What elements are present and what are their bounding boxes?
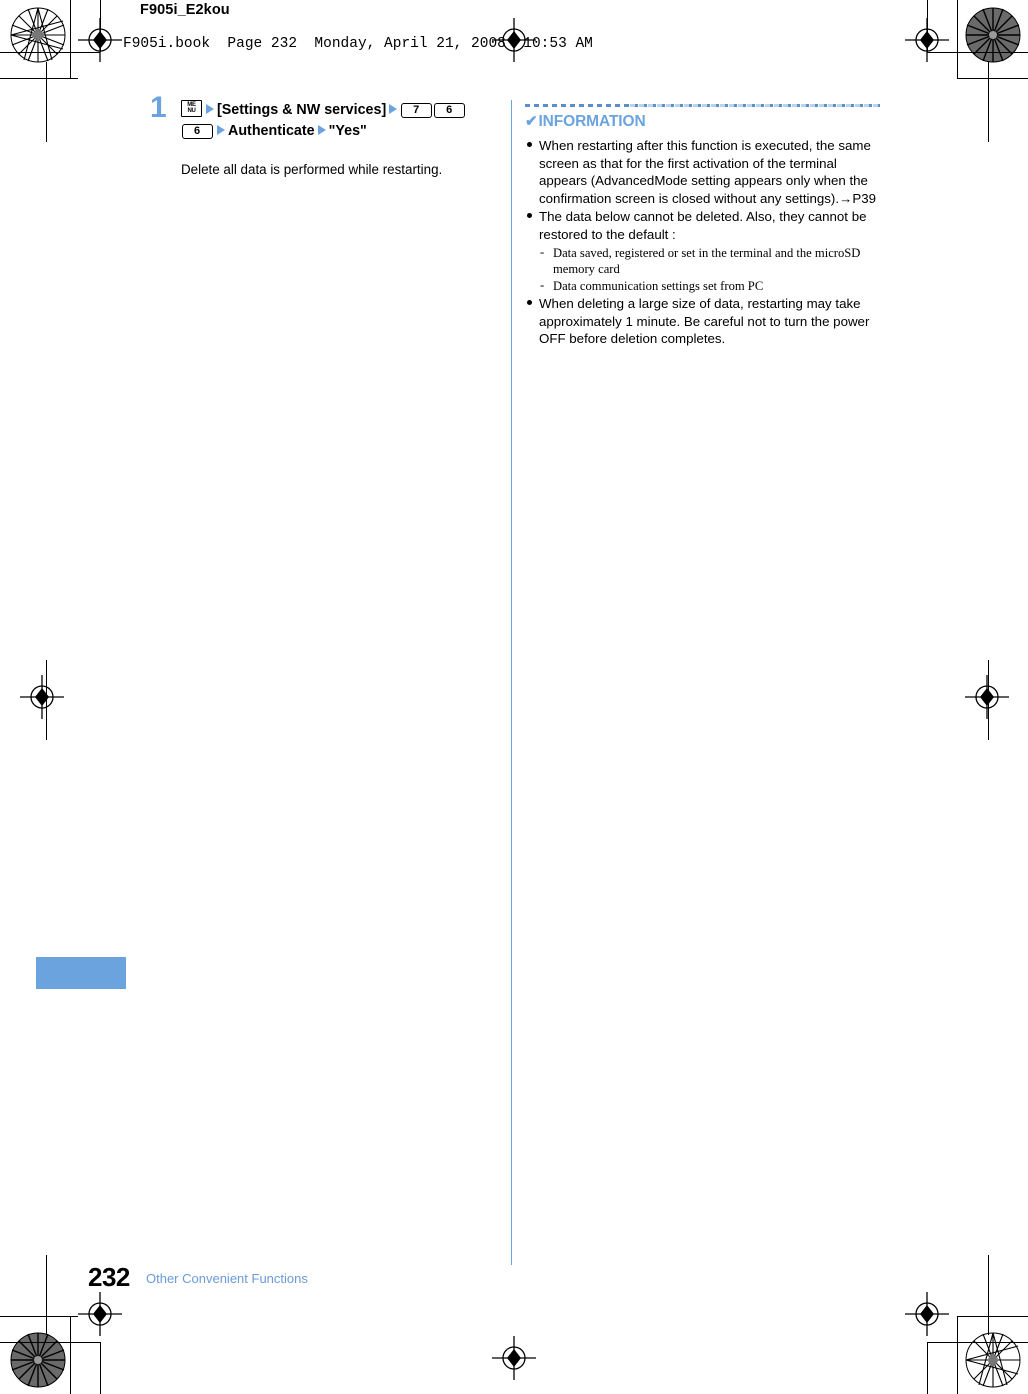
bleed-mark-right-middle	[988, 660, 989, 740]
trim-mark-bottom-left-vertical	[70, 1316, 71, 1394]
bleed-mark-right-bottom	[988, 1255, 989, 1335]
information-sub-item-text: Data communication settings set from PC	[553, 278, 764, 293]
starburst-registration-mark-top-left	[8, 5, 68, 65]
bleed-mark-left-bottom	[46, 1255, 47, 1335]
trim-mark-top-left-vertical	[70, 0, 71, 78]
crosshair-registration-mark-top-left	[78, 18, 122, 62]
page-number: 232	[88, 1262, 130, 1292]
starburst-registration-mark-bottom-left	[8, 1330, 68, 1390]
crosshair-registration-mark-middle-right	[965, 675, 1009, 719]
information-sub-item: - Data saved, registered or set in the t…	[539, 245, 880, 278]
information-sub-list: - Data saved, registered or set in the t…	[539, 245, 880, 295]
right-column: ✔INFORMATION When restarting after this …	[525, 104, 880, 349]
menu-key-icon-bottom-label: NU	[187, 108, 196, 114]
step-bracket-label: [Settings & NW services]	[217, 102, 387, 118]
column-divider	[511, 100, 512, 1265]
bleed-mark-right-top	[988, 62, 989, 142]
trim-mark-top-left-vertical-2	[100, 0, 101, 52]
trim-mark-bottom-right-vertical-2	[927, 1342, 928, 1394]
bullet-icon	[527, 142, 532, 147]
starburst-registration-mark-top-right	[963, 5, 1023, 65]
arrow-triangle-icon-1	[206, 104, 214, 114]
information-list: When restarting after this function is e…	[525, 137, 880, 348]
arrow-triangle-icon-3	[217, 125, 225, 135]
information-list-item: When deleting a large size of data, rest…	[525, 295, 880, 348]
bleed-mark-left-middle	[46, 660, 47, 740]
information-dotted-rule	[525, 104, 880, 107]
crosshair-registration-mark-middle-left	[20, 675, 64, 719]
crosshair-registration-mark-bottom-left	[78, 1292, 122, 1336]
document-id-label: F905i_E2kou	[140, 2, 230, 18]
dash-icon: -	[540, 244, 545, 259]
procedure-step: 1 ME NU [Settings & NW services] 7 66 Authe…	[150, 93, 495, 179]
trim-mark-top-right-horizontal-2	[927, 52, 1028, 53]
step-number: 1	[150, 91, 167, 124]
bullet-icon	[527, 300, 532, 306]
numeric-key-icon-2: 6	[434, 103, 466, 118]
crosshair-registration-mark-top-right	[905, 18, 949, 62]
bullet-icon	[527, 213, 532, 219]
information-sub-item: - Data communication settings set from P…	[539, 278, 880, 295]
dash-icon: -	[540, 277, 545, 292]
numeric-key-icon-1: 7	[401, 103, 433, 118]
trim-mark-top-left-horizontal-2	[0, 52, 100, 53]
crosshair-registration-mark-bottom-center	[492, 1336, 536, 1380]
trim-mark-bottom-left-horizontal	[0, 1316, 78, 1317]
information-item-text: When restarting after this function is e…	[539, 138, 877, 206]
arrow-triangle-icon-2	[389, 104, 398, 114]
chapter-tab-marker	[36, 957, 126, 989]
trim-mark-bottom-right-horizontal-2	[927, 1342, 1028, 1343]
trim-mark-bottom-left-vertical-2	[100, 1342, 101, 1394]
step-note: Delete all data is performed while resta…	[181, 162, 443, 177]
bleed-mark-left-top	[46, 62, 47, 142]
information-list-item: The data below cannot be deleted. Also, …	[525, 208, 880, 294]
trim-mark-bottom-left-horizontal-2	[0, 1342, 100, 1343]
checkmark-icon: ✔	[525, 113, 538, 130]
step-authenticate-label: Authenticate	[228, 123, 315, 139]
information-sub-item-text: Data saved, registered or set in the ter…	[553, 245, 861, 277]
information-item-text: The data below cannot be deleted. Also, …	[539, 209, 867, 242]
trim-mark-top-right-horizontal	[957, 78, 1028, 79]
starburst-registration-mark-bottom-right	[963, 1330, 1023, 1390]
arrow-triangle-icon-4	[317, 125, 326, 135]
trim-mark-top-right-vertical-2	[927, 0, 928, 52]
book-file-header: F905i.book Page 232 Monday, April 21, 20…	[123, 36, 593, 52]
left-column: 1 ME NU [Settings & NW services] 7 66 Authe…	[150, 93, 495, 179]
chapter-title: Other Convenient Functions	[146, 1271, 308, 1286]
trim-mark-top-right-vertical	[957, 0, 958, 78]
trim-mark-bottom-right-vertical	[957, 1316, 958, 1394]
trim-mark-bottom-right-horizontal	[957, 1316, 1028, 1317]
menu-key-icon: ME NU	[181, 100, 202, 117]
information-heading: ✔INFORMATION	[525, 112, 880, 131]
step-instruction: ME NU [Settings & NW services] 7 66 Authent…	[181, 100, 495, 142]
step-yes-label: "Yes"	[328, 123, 367, 139]
numeric-key-icon-3: 6	[182, 124, 213, 139]
information-heading-label: INFORMATION	[538, 113, 646, 130]
information-item-text: When deleting a large size of data, rest…	[539, 296, 870, 347]
trim-mark-top-left-horizontal	[0, 78, 78, 79]
information-list-item: When restarting after this function is e…	[525, 137, 880, 207]
crosshair-registration-mark-bottom-right	[905, 1292, 949, 1336]
